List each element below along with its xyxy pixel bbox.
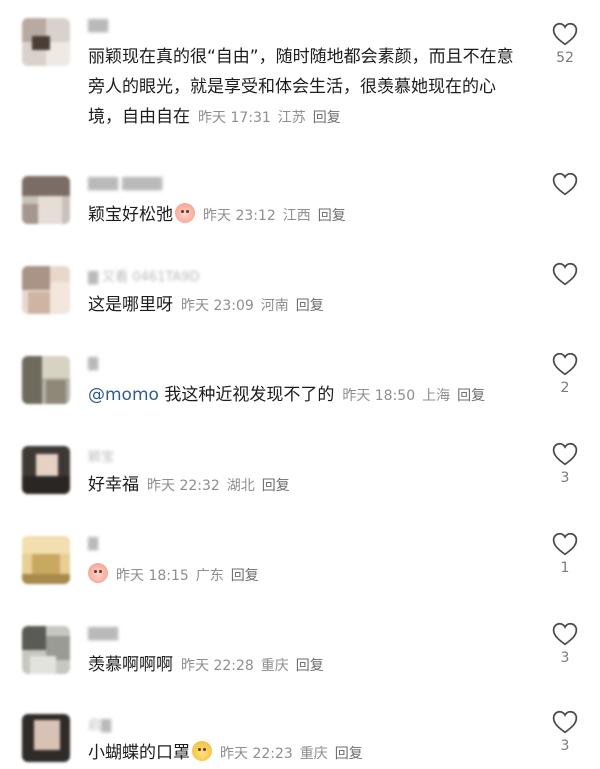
username[interactable]: ▇▇: [88, 18, 108, 33]
like-count: 3: [560, 470, 570, 486]
username[interactable]: ▇▇▇: [88, 626, 118, 641]
heart-icon: [552, 172, 578, 196]
comment-location: 河南: [260, 298, 289, 314]
comment-meta: 昨天 22:32 湖北 回复: [147, 478, 297, 494]
mention-link[interactable]: @momo: [88, 385, 159, 405]
like-button[interactable]: 3: [548, 442, 582, 488]
comment-location: 广东: [195, 568, 224, 584]
heart-icon: [552, 262, 578, 286]
avatar[interactable]: [22, 176, 70, 224]
comment-time: 昨天 23:09: [181, 298, 254, 314]
like-button[interactable]: 52: [548, 22, 582, 68]
comment-meta: 昨天 23:12 江西 回复: [203, 208, 353, 224]
reply-button[interactable]: 回复: [318, 208, 346, 224]
avatar[interactable]: [22, 356, 70, 404]
heart-icon: [552, 22, 578, 46]
avatar[interactable]: [22, 266, 70, 314]
like-button[interactable]: 3: [548, 622, 582, 668]
heart-icon: [552, 622, 578, 646]
emoji-icon: [175, 203, 195, 223]
username[interactable]: ▇: [88, 356, 98, 371]
comment-meta: 昨天 22:28 重庆 回复: [181, 658, 331, 674]
comment-text: 昨天 18:15 广东 回复: [88, 560, 528, 591]
like-button[interactable]: 2: [548, 352, 582, 398]
reply-button[interactable]: 回复: [313, 110, 341, 126]
like-count: 52: [556, 50, 574, 66]
like-count: [548, 290, 582, 308]
comment-location: 重庆: [299, 746, 328, 762]
comment-time: 昨天 17:31: [198, 110, 271, 126]
avatar[interactable]: [22, 446, 70, 494]
comment-time: 昨天 22:23: [220, 746, 293, 762]
avatar[interactable]: [22, 626, 70, 674]
comment-text: 这是哪里呀 昨天 23:09 河南 回复: [88, 290, 528, 321]
comment-time: 昨天 22:32: [147, 478, 220, 494]
username[interactable]: ▇: [88, 536, 98, 551]
like-count: [548, 200, 582, 218]
comment-text: 颖宝好松弛 昨天 23:12 江西 回复: [88, 200, 528, 231]
comment-time: 昨天 18:50: [342, 388, 416, 404]
comment-time: 昨天 23:12: [203, 208, 276, 224]
like-count: 3: [560, 650, 570, 666]
comment-meta: 昨天 22:23 重庆 回复: [220, 746, 370, 762]
heart-icon: [552, 442, 578, 466]
emoji-icon: [88, 563, 108, 583]
comment-meta: 昨天 18:15 广东 回复: [116, 568, 266, 584]
username[interactable]: 颖宝: [88, 446, 114, 465]
avatar[interactable]: [22, 714, 70, 762]
comment-location: 重庆: [260, 658, 289, 674]
like-count: 3: [560, 738, 570, 754]
heart-icon: [552, 532, 578, 556]
comment-text: 羡慕啊啊啊 昨天 22:28 重庆 回复: [88, 650, 528, 681]
avatar[interactable]: [22, 536, 70, 584]
like-button[interactable]: 1: [548, 532, 582, 578]
comment-location: 江苏: [277, 110, 306, 126]
comment-text: @momo 我这种近视发现不了的 昨天 18:50 上海 回复: [88, 380, 528, 411]
like-count: 1: [560, 560, 570, 576]
reply-button[interactable]: 回复: [296, 298, 324, 314]
reply-button[interactable]: 回复: [457, 388, 485, 404]
comment-time: 昨天 18:15: [116, 568, 189, 584]
reply-button[interactable]: 回复: [296, 658, 324, 674]
comment-location: 江西: [282, 208, 311, 224]
comment-location: 上海: [422, 388, 451, 404]
comment-text: 小蝴蝶的口罩 昨天 22:23 重庆 回复: [88, 738, 528, 769]
comment-meta: 昨天 23:09 河南 回复: [181, 298, 331, 314]
comment-location: 湖北: [226, 478, 255, 494]
comment-time: 昨天 22:28: [181, 658, 254, 674]
heart-icon: [552, 352, 578, 376]
like-button[interactable]: [548, 262, 582, 308]
like-button[interactable]: 3: [548, 710, 582, 756]
comment-text: 好幸福 昨天 22:32 湖北 回复: [88, 470, 528, 501]
comment-text: 丽颖现在真的很“自由”，随时随地都会素颜，而且不在意旁人的眼光，就是享受和体会生…: [88, 47, 514, 127]
comment-meta: 昨天 18:50 上海 回复: [342, 388, 492, 404]
like-button[interactable]: [548, 172, 582, 218]
username[interactable]: ▇▇▇ ▇▇▇▇: [88, 176, 162, 191]
comment-meta: 昨天 17:31 江苏 回复: [198, 110, 348, 126]
username[interactable]: 启▇: [88, 714, 111, 733]
like-count: 2: [560, 380, 570, 396]
reply-button[interactable]: 回复: [335, 746, 363, 762]
heart-icon: [552, 710, 578, 734]
reply-button[interactable]: 回复: [262, 478, 290, 494]
username[interactable]: ▇ 又看 0461TA9D: [88, 266, 199, 285]
avatar[interactable]: [22, 18, 70, 66]
reply-button[interactable]: 回复: [231, 568, 259, 584]
emoji-icon: [192, 741, 212, 761]
